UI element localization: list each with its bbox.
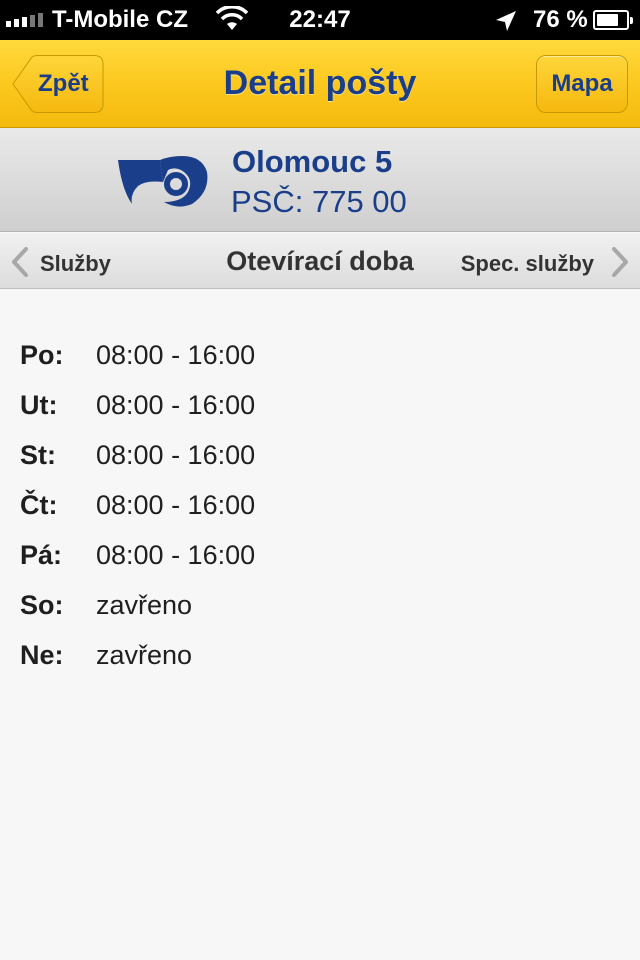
battery-percentage: 76 %	[533, 6, 588, 33]
navigation-bar: Zpět Detail pošty Mapa	[0, 40, 640, 128]
day-label: Pá:	[20, 539, 63, 570]
hours-row-monday: Po: 08:00 - 16:00	[20, 330, 255, 380]
location-arrow-icon	[496, 11, 516, 31]
hours-value: 08:00 - 16:00	[96, 389, 256, 420]
hours-row-friday: Pá: 08:00 - 16:00	[20, 530, 255, 580]
hours-value: zavřeno	[96, 589, 193, 620]
hours-value: zavřeno	[96, 639, 193, 670]
hours-value: 08:00 - 16:00	[96, 539, 256, 570]
day-label: So:	[20, 589, 64, 620]
day-label: St:	[20, 439, 56, 470]
hours-row-saturday: So: zavřeno	[20, 580, 255, 630]
hours-row-tuesday: Ut: 08:00 - 16:00	[20, 380, 255, 430]
section-switcher: Služby Otevírací doba Spec. služby	[0, 233, 640, 289]
day-label: Ut:	[20, 389, 58, 420]
opening-hours-list: Po: 08:00 - 16:00 Ut: 08:00 - 16:00 St: …	[20, 330, 255, 680]
chevron-right-icon	[612, 247, 628, 277]
day-label: Ne:	[20, 639, 64, 670]
hours-value: 08:00 - 16:00	[96, 489, 256, 520]
hours-row-thursday: Čt: 08:00 - 16:00	[20, 480, 255, 530]
day-label: Čt:	[20, 489, 58, 520]
day-label: Po:	[20, 339, 64, 370]
status-bar: T-Mobile CZ 22:47 76 %	[0, 0, 640, 40]
hours-value: 08:00 - 16:00	[96, 439, 256, 470]
next-section-button[interactable]: Spec. služby	[450, 247, 630, 277]
hours-row-sunday: Ne: zavřeno	[20, 630, 255, 680]
office-header: Olomouc 5 PSČ: 775 00	[0, 128, 640, 232]
battery-icon	[593, 10, 633, 30]
posthorn-icon	[118, 156, 208, 207]
hours-value: 08:00 - 16:00	[96, 339, 256, 370]
office-zip-code: PSČ: 775 00	[231, 184, 407, 219]
next-section-label: Spec. služby	[460, 251, 594, 276]
map-button[interactable]: Mapa	[536, 55, 628, 113]
hours-row-wednesday: St: 08:00 - 16:00	[20, 430, 255, 480]
office-name: Olomouc 5	[232, 144, 393, 179]
